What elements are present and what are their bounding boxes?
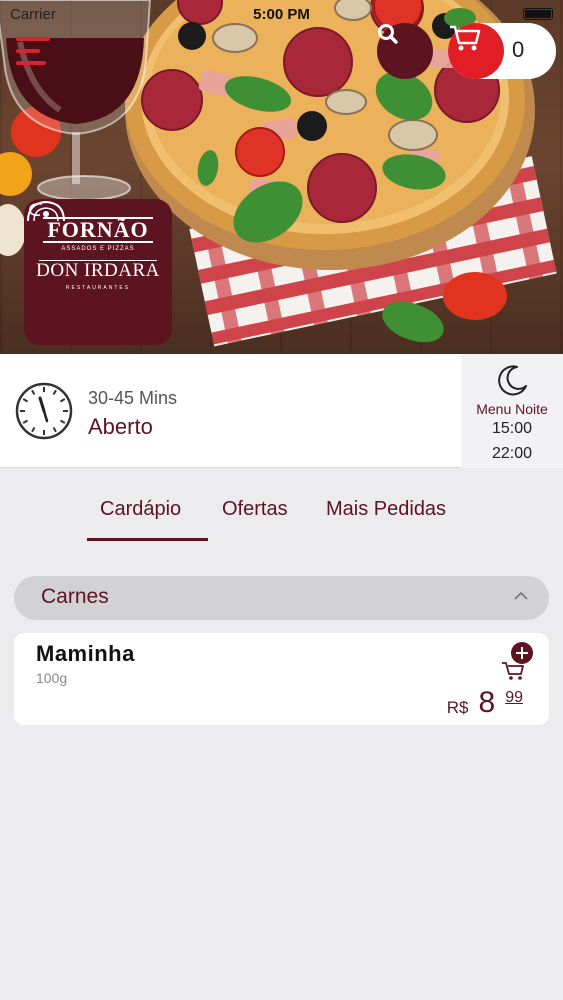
product-price: R$ 8 99 bbox=[447, 687, 523, 721]
logo-name-bottom: DON IRDARA bbox=[36, 260, 160, 281]
hero-banner: Carrier 5:00 PM 0 FORNÃO ASSADOS E PIZZA… bbox=[0, 0, 563, 354]
battery-icon bbox=[523, 8, 553, 20]
swirl-logo-icon bbox=[29, 203, 43, 216]
hamburger-icon bbox=[16, 37, 50, 41]
open-status: Aberto bbox=[88, 414, 153, 439]
restaurant-logo: FORNÃO ASSADOS E PIZZAS DON IRDARA RESTA… bbox=[24, 199, 172, 345]
price-integer: 8 bbox=[478, 686, 496, 719]
tab-mais-pedidas[interactable]: Mais Pedidas bbox=[326, 498, 446, 521]
active-tab-indicator bbox=[87, 538, 208, 541]
cart-count: 0 bbox=[512, 37, 525, 62]
product-description: 100g bbox=[36, 670, 68, 686]
search-icon bbox=[378, 24, 398, 44]
tab-ofertas[interactable]: Ofertas bbox=[222, 498, 288, 521]
add-to-cart-icon[interactable] bbox=[500, 641, 534, 681]
menu-tabs: Cardápio Ofertas Mais Pedidas bbox=[0, 470, 563, 542]
clock-icon bbox=[15, 382, 73, 440]
moon-icon bbox=[498, 365, 527, 396]
cart-icon-circle bbox=[448, 23, 504, 79]
menu-period-box: Menu Noite 15:00 22:00 bbox=[461, 354, 563, 468]
store-info-bar: 30-45 Mins Aberto Menu Noite 15:00 22:00 bbox=[0, 354, 563, 468]
status-time: 5:00 PM bbox=[253, 6, 310, 23]
menu-period-start: 15:00 bbox=[491, 420, 533, 437]
category-header-carnes[interactable]: Carnes bbox=[14, 576, 549, 620]
product-name: Maminha bbox=[36, 641, 135, 666]
logo-tagline-top: ASSADOS E PIZZAS bbox=[61, 246, 135, 252]
chevron-up-icon bbox=[514, 591, 528, 600]
cart-icon bbox=[450, 25, 481, 51]
hamburger-menu-button[interactable] bbox=[14, 34, 54, 68]
cart-button[interactable]: 0 bbox=[448, 23, 556, 79]
menu-period-name: Menu Noite bbox=[476, 401, 548, 417]
product-card[interactable]: Maminha 100g R$ 8 99 bbox=[14, 633, 549, 725]
search-button[interactable] bbox=[377, 23, 433, 79]
category-title: Carnes bbox=[41, 585, 109, 608]
price-currency: R$ bbox=[446, 698, 469, 717]
tab-cardapio[interactable]: Cardápio bbox=[100, 498, 181, 521]
logo-divider bbox=[39, 260, 157, 261]
logo-tagline-bottom: RESTAURANTES bbox=[65, 285, 131, 291]
menu-period-end: 22:00 bbox=[491, 445, 533, 462]
price-cents: 99 bbox=[505, 689, 523, 706]
delivery-time: 30-45 Mins bbox=[88, 388, 178, 408]
